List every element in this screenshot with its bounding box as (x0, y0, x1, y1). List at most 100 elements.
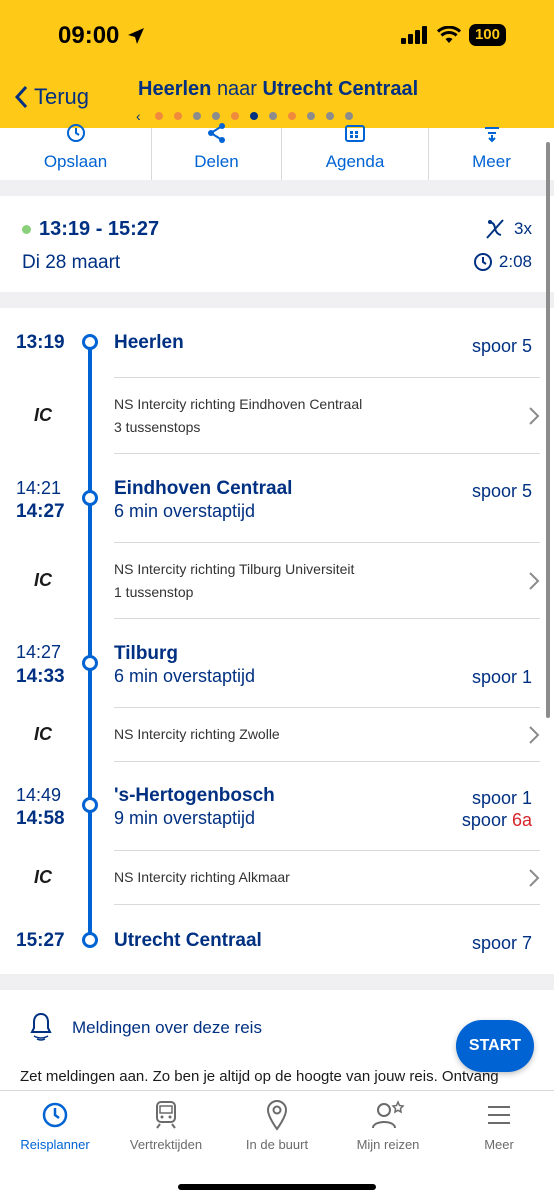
platform: spoor 1 (471, 667, 532, 687)
station-name[interactable]: Utrecht Centraal (114, 930, 262, 952)
itinerary: 13:19 Heerlen spoor 5 IC NS Intercity ri… (0, 308, 554, 974)
departure-time: 13:19 (16, 332, 65, 353)
agenda-button[interactable]: Agenda (281, 125, 428, 180)
save-label: Opslaan (43, 152, 108, 171)
divider (114, 377, 540, 378)
clock-icon (66, 124, 85, 142)
train-type: IC (34, 724, 52, 744)
title-connector: naar (216, 78, 257, 100)
page-dot[interactable] (154, 112, 163, 120)
trip-transfers: 3x (484, 218, 532, 240)
tab-label: Reisplanner (20, 1137, 90, 1152)
title-to: Utrecht Centraal (262, 78, 419, 100)
title-from: Heerlen (138, 78, 212, 100)
back-button[interactable]: Terug (14, 84, 89, 110)
tab-mijn-reizen[interactable]: Mijn reizen (333, 1091, 443, 1161)
save-button[interactable]: Opslaan (0, 124, 151, 180)
train-type: IC (34, 867, 52, 887)
trip-summary: 13:19 - 15:27 Di 28 maart 3x 2:08 (0, 196, 554, 292)
divider (114, 453, 540, 454)
page-title: Heerlen naar Utrecht Centraal (138, 78, 418, 101)
page-indicator[interactable]: ‹ (136, 108, 353, 124)
leg-direction: NS Intercity richting Alkmaar (114, 869, 290, 885)
leg-stops: 3 tussenstops (114, 419, 201, 435)
chevron-right-icon[interactable] (528, 868, 540, 888)
transfers-count: 3x (514, 219, 532, 238)
train-icon (156, 1101, 176, 1129)
duration-value: 2:08 (498, 252, 532, 271)
departure-time: 14:33 (16, 666, 65, 687)
tab-in-de-buurt[interactable]: In de buurt (222, 1091, 332, 1161)
arrival-time: 14:27 (16, 642, 62, 662)
stop-node (82, 932, 98, 948)
platform: spoor 5 (471, 481, 532, 501)
station-name[interactable]: Heerlen (114, 332, 184, 354)
page-dot[interactable] (287, 112, 296, 120)
tab-reisplanner[interactable]: Reisplanner (0, 1091, 110, 1161)
platform-changed: spoor 6a (462, 810, 532, 831)
station-name[interactable]: 's-Hertogenbosch (114, 785, 275, 807)
departure-time: 14:58 (16, 808, 65, 829)
page-dot[interactable] (249, 112, 258, 120)
train-type: IC (34, 405, 52, 425)
notifications-text: Zet meldingen aan. Zo ben je altijd op d… (20, 1068, 499, 1085)
tab-label: Meer (484, 1137, 514, 1152)
page-dot[interactable] (344, 112, 353, 120)
status-dot (22, 225, 31, 234)
tab-meer[interactable]: Meer (444, 1091, 554, 1161)
more-button[interactable]: Meer (428, 127, 554, 180)
section-divider (0, 180, 554, 196)
battery-indicator: 100 (468, 24, 506, 46)
agenda-label: Agenda (325, 152, 385, 171)
station-name[interactable]: Tilburg (114, 643, 178, 665)
trip-time-range: 13:19 - 15:27 (22, 218, 159, 241)
scrollbar[interactable] (546, 142, 550, 718)
divider (114, 542, 540, 543)
divider (114, 618, 540, 619)
app-header: 09:00 100 Terug Heerlen naar Utrecht Cen… (0, 0, 554, 128)
section-divider (0, 292, 554, 308)
signal-icon (400, 26, 427, 44)
page-dot[interactable] (325, 112, 334, 120)
page-dot[interactable] (268, 112, 277, 120)
share-icon (207, 123, 225, 143)
page-dot[interactable] (211, 112, 220, 120)
back-label: Terug (34, 84, 90, 109)
transfer-time: 6 min overstaptijd (114, 501, 256, 521)
more-label: Meer (472, 152, 511, 171)
page-dot[interactable] (230, 112, 239, 120)
start-button[interactable]: START (456, 1020, 534, 1072)
clock-icon (473, 253, 492, 271)
chevron-left-icon (14, 85, 28, 109)
share-button[interactable]: Delen (151, 123, 281, 180)
tab-label: Vertrektijden (129, 1137, 203, 1152)
chevron-right-icon[interactable] (528, 725, 540, 745)
station-name[interactable]: Eindhoven Centraal (114, 478, 292, 500)
section-divider (0, 974, 554, 990)
page-dot[interactable] (192, 112, 201, 120)
page-dot[interactable] (306, 112, 315, 120)
clock-icon (42, 1102, 68, 1128)
leg-direction: NS Intercity richting Eindhoven Centraal (114, 396, 363, 412)
chevron-right-icon[interactable] (528, 406, 540, 426)
platform: spoor 1 (471, 788, 532, 808)
leg-direction: NS Intercity richting Zwolle (114, 726, 280, 742)
departure-time: 14:27 (16, 501, 65, 522)
tab-vertrektijden[interactable]: Vertrektijden (111, 1091, 221, 1161)
changed-platform: 6a (511, 810, 532, 830)
leg-direction: NS Intercity richting Tilburg Universite… (114, 561, 355, 577)
transfer-time: 9 min overstaptijd (114, 808, 256, 828)
more-icon (484, 127, 499, 143)
page-dot[interactable] (173, 112, 182, 120)
location-arrow-icon (128, 28, 144, 44)
arrival-time: 14:49 (16, 785, 62, 805)
leg-stops: 1 tussenstop (114, 584, 194, 600)
stop-node (82, 334, 98, 350)
chevron-right-icon[interactable] (528, 571, 540, 591)
location-pin-icon (266, 1100, 288, 1131)
action-bar: Opslaan Delen Agenda Meer (0, 123, 554, 180)
divider (114, 850, 540, 851)
tab-label: Mijn reizen (356, 1137, 420, 1152)
menu-icon (488, 1106, 510, 1124)
chevron-left-icon[interactable]: ‹ (136, 108, 141, 124)
